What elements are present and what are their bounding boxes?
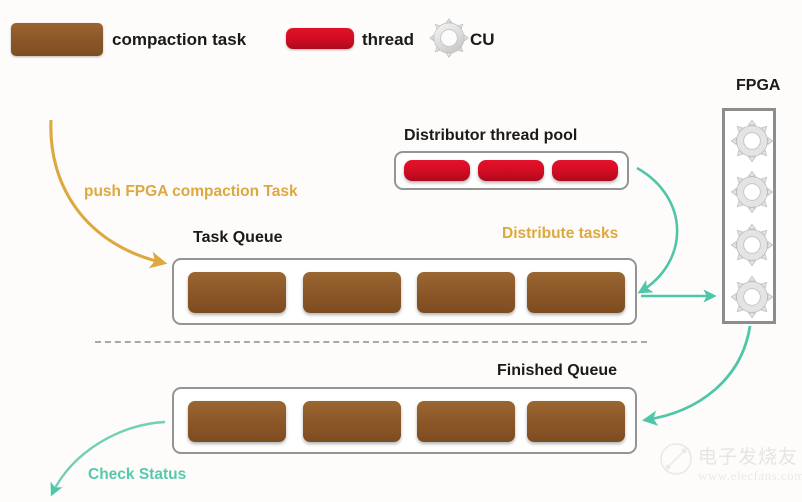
- arrow-distribute-tasks: [636, 166, 679, 294]
- cu-gear-icon: [730, 223, 774, 267]
- task-queue-box: [172, 258, 637, 325]
- task-chip: [188, 272, 286, 313]
- task-chip: [417, 401, 515, 442]
- fpga-title: FPGA: [736, 77, 781, 94]
- compaction-task-swatch-icon: [11, 23, 103, 56]
- watermark-url: www.elecfans.com: [698, 468, 802, 483]
- watermark-logo-icon: [660, 443, 692, 475]
- arrow-label-push-fpga-compaction-task: push FPGA compaction Task: [84, 183, 298, 200]
- thread-swatch-icon: [286, 28, 354, 49]
- legend-label-compaction-task: compaction task: [112, 30, 247, 49]
- watermark: 电子发烧友 www.elecfans.com: [660, 438, 802, 494]
- task-chip: [527, 272, 625, 313]
- diagram-canvas: compaction task thread CU FPGA Distribut…: [0, 0, 802, 502]
- legend-label-cu: CU: [470, 30, 495, 49]
- arrow-label-check-status: Check Status: [88, 466, 187, 483]
- task-chip: [527, 401, 625, 442]
- task-chip: [188, 401, 286, 442]
- legend-label-thread: thread: [362, 30, 414, 49]
- gear-icon: [428, 17, 470, 59]
- cu-gear-icon: [730, 275, 774, 319]
- thread-chip: [552, 160, 618, 181]
- watermark-text: 电子发烧友: [698, 446, 799, 468]
- finished-queue-title: Finished Queue: [497, 362, 618, 379]
- task-chip: [417, 272, 515, 313]
- distributor-thread-pool-box: [394, 151, 629, 190]
- task-chip: [303, 272, 401, 313]
- section-divider: [95, 341, 647, 343]
- finished-queue-box: [172, 387, 637, 454]
- thread-chip: [478, 160, 544, 181]
- arrow-label-distribute-tasks: Distribute tasks: [502, 225, 619, 242]
- arrow-fpga-to-finished-queue: [641, 325, 752, 426]
- distributor-thread-pool-title: Distributor thread pool: [404, 127, 578, 144]
- fpga-box: [722, 108, 776, 324]
- thread-chip: [404, 160, 470, 181]
- task-chip: [303, 401, 401, 442]
- cu-gear-icon: [730, 119, 774, 163]
- task-queue-title: Task Queue: [193, 229, 283, 246]
- arrow-check-status: [50, 420, 166, 497]
- cu-gear-icon: [730, 170, 774, 214]
